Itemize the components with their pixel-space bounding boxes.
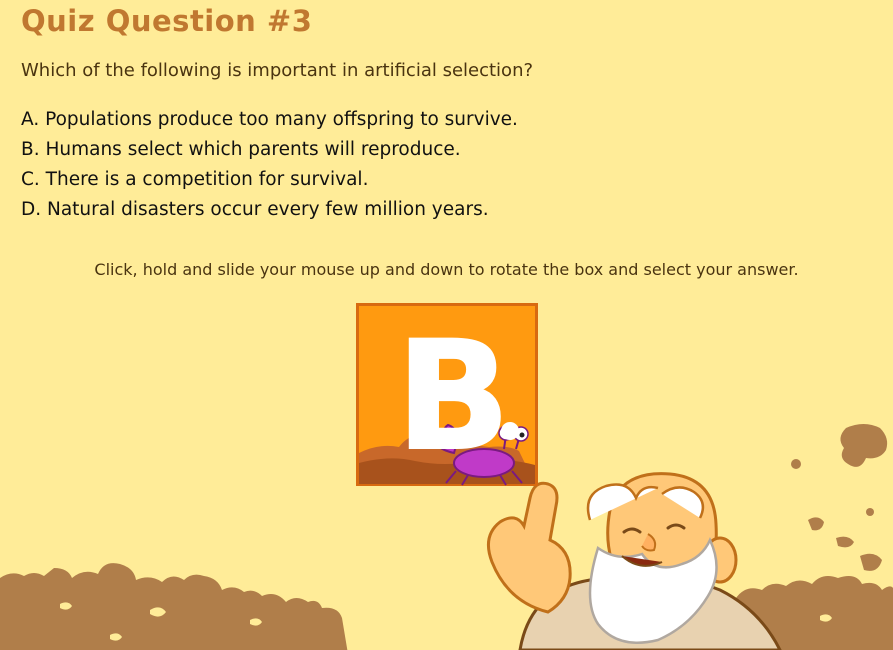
letter-period <box>501 422 519 440</box>
dirt-clods <box>791 424 888 571</box>
instruction-text: Click, hold and slide your mouse up and … <box>94 260 799 279</box>
option-a: A. Populations produce too many offsprin… <box>21 109 518 130</box>
option-b: B. Humans select which parents will repr… <box>21 139 461 160</box>
option-c: C. There is a competition for survival. <box>21 169 369 190</box>
question-text: Which of the following is important in a… <box>21 60 534 81</box>
selected-answer-letter: B <box>396 310 510 484</box>
ground-highlights <box>60 596 832 641</box>
option-d: D. Natural disasters occur every few mil… <box>21 199 489 220</box>
dirt-ground-right <box>700 576 893 650</box>
dirt-ground <box>0 563 348 650</box>
answer-options-list: A. Populations produce too many offsprin… <box>21 105 518 225</box>
answer-rotator-box[interactable]: B <box>356 303 538 486</box>
old-man-mascot <box>486 472 782 650</box>
quiz-title: Quiz Question #3 <box>21 4 313 38</box>
answer-letter-glyph: B <box>395 309 519 485</box>
